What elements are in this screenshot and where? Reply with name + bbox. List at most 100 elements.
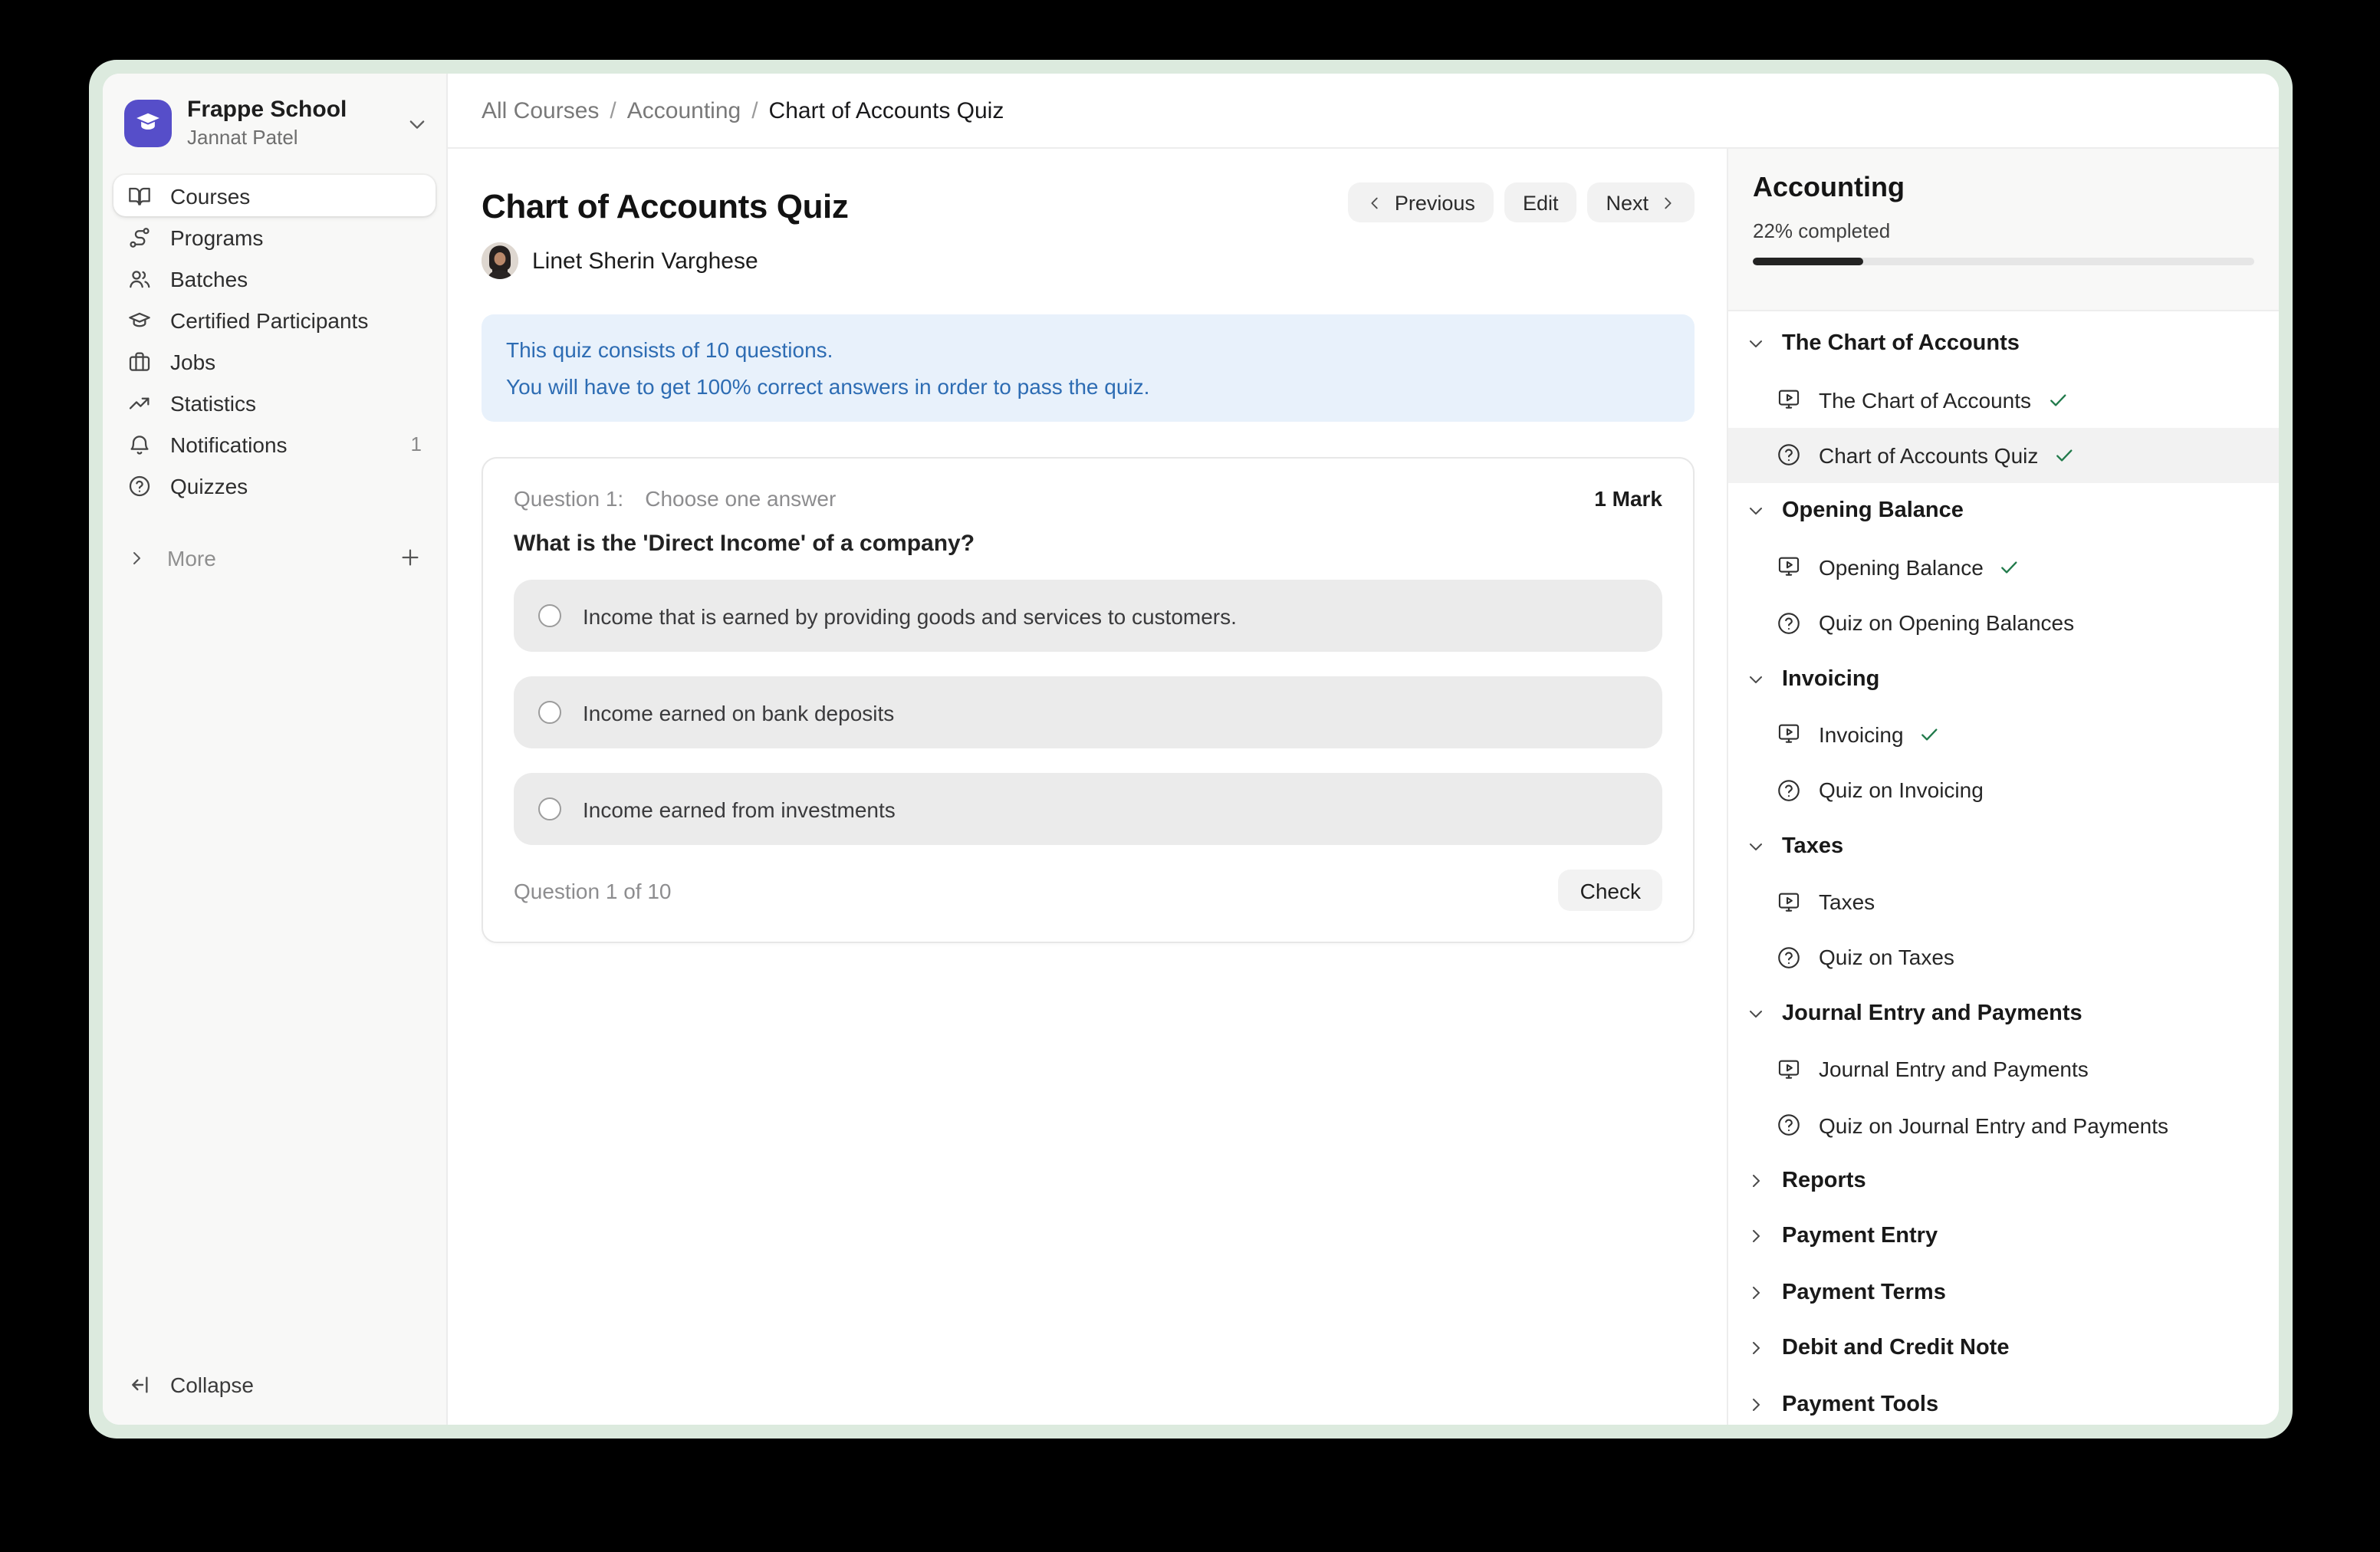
outline-chapter-the-chart-of-accounts[interactable]: The Chart of Accounts [1728, 316, 2279, 372]
collapse-sidebar-button[interactable]: Collapse [103, 1373, 446, 1425]
outline-chapter-payment-terms[interactable]: Payment Terms [1728, 1264, 2279, 1320]
question-footer: Question 1 of 10 Check [514, 870, 1662, 911]
outline-lesson-quiz-on-opening-balances[interactable]: Quiz on Opening Balances [1728, 595, 2279, 651]
sidebar-item-label: Statistics [170, 390, 256, 415]
outline-header: Accounting 22% completed [1728, 149, 2279, 311]
options-list: Income that is earned by providing goods… [514, 580, 1662, 845]
notification-count-badge: 1 [411, 432, 422, 455]
radio-button[interactable] [538, 604, 561, 627]
sidebar-item-label: Certified Participants [170, 307, 368, 332]
help-circle-icon [1776, 610, 1802, 636]
chevron-right-icon [1747, 1228, 1765, 1246]
outline-lesson-quiz-on-taxes[interactable]: Quiz on Taxes [1728, 930, 2279, 986]
check-button[interactable]: Check [1559, 870, 1662, 911]
outline-lesson-chart-of-accounts-quiz[interactable]: Chart of Accounts Quiz [1728, 428, 2279, 484]
outline-lesson-opening-balance[interactable]: Opening Balance [1728, 539, 2279, 595]
question-instruction: Choose one answer [645, 486, 836, 511]
notice-line-2: You will have to get 100% correct answer… [506, 368, 1670, 405]
chevron-right-icon [1659, 194, 1676, 211]
question-text: What is the 'Direct Income' of a company… [514, 531, 1662, 557]
chevron-down-icon [1747, 334, 1765, 353]
sidebar-item-courses[interactable]: Courses [113, 175, 436, 216]
plus-icon[interactable] [399, 546, 422, 569]
breadcrumb-bar: All Courses/Accounting/Chart of Accounts… [448, 74, 2279, 149]
chevron-down-icon [1747, 502, 1765, 521]
sidebar-item-notifications[interactable]: Notifications1 [113, 423, 436, 465]
title-row: Chart of Accounts Quiz Previous Edit [482, 182, 1695, 227]
outline-chapter-payment-tools[interactable]: Payment Tools [1728, 1376, 2279, 1425]
course-progress-label: 22% completed [1753, 219, 2254, 242]
person-photo-icon [482, 242, 518, 279]
chevron-right-icon [1747, 1395, 1765, 1413]
breadcrumb-link-accounting[interactable]: Accounting [627, 97, 741, 123]
quiz-option-1[interactable]: Income that is earned by providing goods… [514, 580, 1662, 652]
chapter-title: Payment Terms [1782, 1281, 1946, 1305]
help-circle-icon [1776, 945, 1802, 971]
outline-chapter-invoicing[interactable]: Invoicing [1728, 651, 2279, 707]
outline-chapter-payment-entry[interactable]: Payment Entry [1728, 1209, 2279, 1265]
question-card: Question 1: Choose one answer 1 Mark Wha… [482, 457, 1695, 943]
next-button[interactable]: Next [1587, 182, 1695, 222]
check-icon [2046, 389, 2068, 410]
chevron-down-icon[interactable] [406, 113, 428, 134]
edit-button[interactable]: Edit [1504, 182, 1577, 222]
radio-button[interactable] [538, 797, 561, 820]
check-icon [1999, 557, 2020, 578]
sidebar-item-quizzes[interactable]: Quizzes [113, 465, 436, 506]
outline-lesson-invoicing[interactable]: Invoicing [1728, 706, 2279, 762]
completed-check-icon [2053, 445, 2075, 466]
chapter-title: Taxes [1782, 834, 1843, 858]
breadcrumb-separator: / [610, 97, 616, 123]
outline-lesson-taxes[interactable]: Taxes [1728, 874, 2279, 930]
notice-line-1: This quiz consists of 10 questions. [506, 331, 1670, 368]
lesson-title: Opening Balance [1819, 555, 1984, 580]
app-window: Frappe School Jannat Patel Courses Progra… [103, 74, 2279, 1425]
check-icon [1919, 724, 1941, 745]
app-name: Frappe School [187, 97, 406, 124]
quiz-notice: This quiz consists of 10 questions. You … [482, 314, 1695, 422]
lesson-title: The Chart of Accounts [1819, 387, 2031, 412]
graduation-cap-icon [133, 109, 163, 138]
outline-chapter-opening-balance[interactable]: Opening Balance [1728, 483, 2279, 539]
sidebar-item-batches[interactable]: Batches [113, 258, 436, 299]
page-title: Chart of Accounts Quiz [482, 187, 848, 227]
outline-chapter-reports[interactable]: Reports [1728, 1153, 2279, 1209]
outline-lesson-quiz-on-journal-entry-and-payments[interactable]: Quiz on Journal Entry and Payments [1728, 1097, 2279, 1153]
edit-label: Edit [1523, 191, 1559, 214]
workspace-switcher[interactable]: Frappe School Jannat Patel [103, 74, 446, 163]
previous-button[interactable]: Previous [1349, 182, 1494, 222]
briefcase-icon [127, 349, 152, 373]
outline-chapter-taxes[interactable]: Taxes [1728, 818, 2279, 874]
lesson-title: Quiz on Opening Balances [1819, 610, 2074, 635]
collapse-label: Collapse [170, 1373, 254, 1397]
breadcrumb: All Courses/Accounting/Chart of Accounts… [482, 97, 1004, 123]
chapter-title: Payment Entry [1782, 1225, 1938, 1249]
user-name: Jannat Patel [187, 126, 406, 150]
outline-lesson-quiz-on-invoicing[interactable]: Quiz on Invoicing [1728, 762, 2279, 818]
radio-button[interactable] [538, 701, 561, 724]
graduation-cap-icon [127, 307, 152, 332]
sidebar-item-certified-participants[interactable]: Certified Participants [113, 299, 436, 340]
lesson-title: Chart of Accounts Quiz [1819, 443, 2038, 468]
outline-list: The Chart of Accounts The Chart of Accoun… [1728, 311, 2279, 1425]
sidebar-item-statistics[interactable]: Statistics [113, 382, 436, 423]
quiz-option-3[interactable]: Income earned from investments [514, 773, 1662, 845]
completed-check-icon [1919, 724, 1941, 745]
sidebar-item-jobs[interactable]: Jobs [113, 340, 436, 382]
sidebar-item-programs[interactable]: Programs [113, 216, 436, 258]
outline-chapter-journal-entry-and-payments[interactable]: Journal Entry and Payments [1728, 985, 2279, 1041]
monitor-play-icon [1776, 554, 1802, 580]
chevron-left-icon [1367, 194, 1384, 211]
chevron-down-icon [1747, 669, 1765, 688]
chapter-title: Opening Balance [1782, 499, 1964, 524]
outline-lesson-journal-entry-and-payments[interactable]: Journal Entry and Payments [1728, 1041, 2279, 1097]
main-panel: Chart of Accounts Quiz Previous Edit [448, 149, 1727, 1425]
sidebar-item-label: Courses [170, 183, 250, 208]
workspace-names: Frappe School Jannat Patel [187, 97, 406, 150]
quiz-option-2[interactable]: Income earned on bank deposits [514, 676, 1662, 748]
chevron-down-icon [1747, 1005, 1765, 1023]
breadcrumb-link-all-courses[interactable]: All Courses [482, 97, 599, 123]
outline-lesson-the-chart-of-accounts[interactable]: The Chart of Accounts [1728, 372, 2279, 428]
sidebar-item-more[interactable]: More [103, 537, 446, 578]
outline-chapter-debit-and-credit-note[interactable]: Debit and Credit Note [1728, 1320, 2279, 1376]
